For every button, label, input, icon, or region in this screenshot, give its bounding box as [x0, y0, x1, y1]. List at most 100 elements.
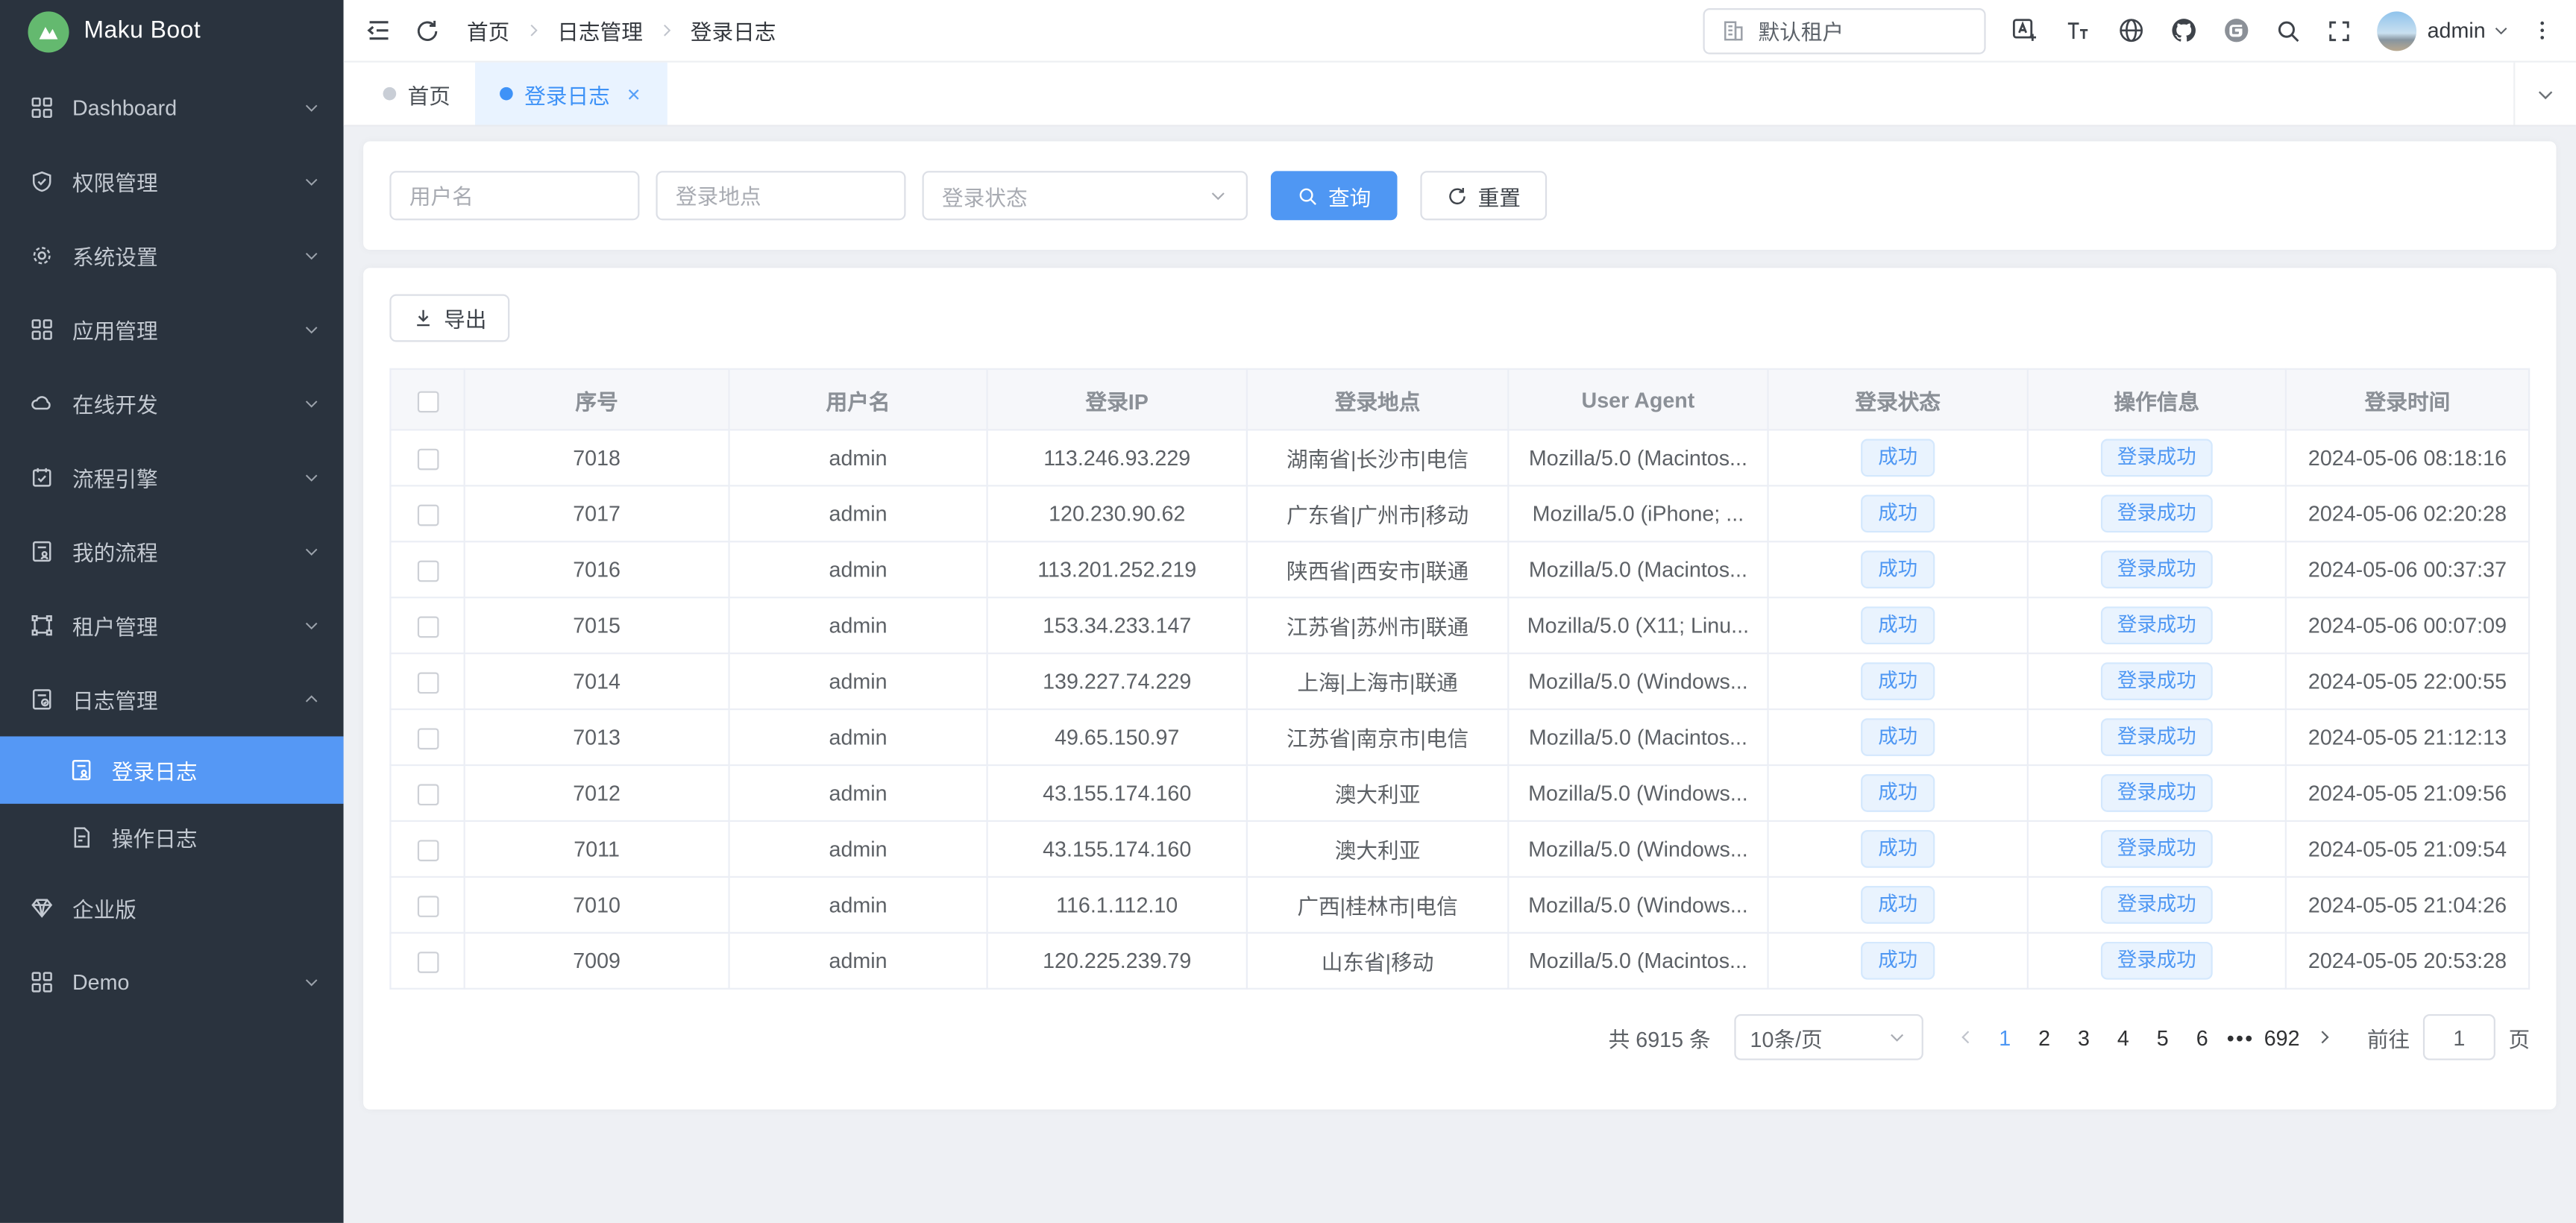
- row-checkbox[interactable]: [417, 449, 439, 471]
- row-checkbox[interactable]: [417, 505, 439, 526]
- table-row: 7009 admin 120.225.239.79 山东省|移动 Mozilla…: [390, 933, 2529, 989]
- cell-ip: 113.246.93.229: [987, 430, 1247, 485]
- cell-status: 成功: [1768, 430, 2028, 485]
- row-checkbox[interactable]: [417, 561, 439, 582]
- more-menu-icon[interactable]: [2530, 18, 2554, 43]
- building-icon: [1721, 18, 1745, 43]
- chevron-down-icon: [303, 321, 321, 339]
- tenant-select[interactable]: 默认租户: [1703, 7, 1985, 54]
- page-number[interactable]: 3: [2064, 1025, 2104, 1049]
- cell-location: 江苏省|南京市|电信: [1247, 709, 1508, 765]
- status-badge: 成功: [1862, 550, 1934, 588]
- page-number[interactable]: 1: [1985, 1025, 2025, 1049]
- page-size-select[interactable]: 10条/页: [1734, 1014, 1923, 1060]
- tab-login-log[interactable]: 登录日志: [475, 63, 667, 125]
- operation-badge: 登录成功: [2101, 606, 2213, 644]
- sidebar-item-permissions[interactable]: 权限管理: [0, 145, 344, 218]
- page-number[interactable]: 4: [2103, 1025, 2143, 1049]
- frame-icon: [30, 613, 54, 638]
- username-input[interactable]: [389, 171, 639, 220]
- refresh-icon[interactable]: [414, 17, 440, 43]
- status-badge: 成功: [1862, 494, 1934, 532]
- cell-location: 澳大利亚: [1247, 765, 1508, 821]
- gitee-icon[interactable]: [2222, 16, 2249, 44]
- page-number[interactable]: •••: [2222, 1025, 2259, 1049]
- page-number[interactable]: 6: [2182, 1025, 2222, 1049]
- download-icon: [412, 307, 434, 329]
- status-badge: 成功: [1862, 830, 1934, 868]
- page-number[interactable]: 692: [2259, 1025, 2305, 1049]
- cell-user-agent: Mozilla/5.0 (Windows...: [1508, 877, 1768, 933]
- sidebar-item-tenant-management[interactable]: 租户管理: [0, 588, 344, 662]
- cell-operation: 登录成功: [2028, 430, 2286, 485]
- cell-operation: 登录成功: [2028, 485, 2286, 541]
- chevron-down-icon: [303, 617, 321, 635]
- chevron-down-icon: [303, 98, 321, 116]
- fullscreen-icon[interactable]: [2325, 17, 2352, 43]
- tab-home[interactable]: 首页: [359, 63, 476, 125]
- cell-time: 2024-05-05 21:04:26: [2286, 877, 2529, 933]
- sidebar-item-operation-log[interactable]: 操作日志: [0, 804, 344, 871]
- chevron-down-icon[interactable]: [2492, 22, 2510, 40]
- cell-location: 广东省|广州市|移动: [1247, 485, 1508, 541]
- tab-overflow-button[interactable]: [2513, 63, 2576, 125]
- query-button[interactable]: 查询: [1271, 171, 1398, 220]
- cell-seq: 7010: [465, 877, 729, 933]
- sidebar-item-app-management[interactable]: 应用管理: [0, 292, 344, 366]
- sidebar-item-log-management[interactable]: 日志管理: [0, 662, 344, 736]
- row-checkbox[interactable]: [417, 617, 439, 638]
- cell-seq: 7009: [465, 933, 729, 989]
- export-button[interactable]: 导出: [389, 295, 509, 342]
- cell-ip: 113.201.252.219: [987, 541, 1247, 597]
- cell-operation: 登录成功: [2028, 541, 2286, 597]
- table-row: 7018 admin 113.246.93.229 湖南省|长沙市|电信 Moz…: [390, 430, 2529, 485]
- status-badge: 成功: [1862, 886, 1934, 924]
- row-checkbox[interactable]: [417, 896, 439, 917]
- column-header-operation: 操作信息: [2028, 369, 2286, 430]
- sidebar-item-demo[interactable]: Demo: [0, 945, 344, 1019]
- cell-status: 成功: [1768, 485, 2028, 541]
- translate-icon[interactable]: [2010, 16, 2038, 44]
- header-checkbox-cell: [390, 369, 464, 430]
- page-number[interactable]: 2: [2025, 1025, 2064, 1049]
- table-row: 7010 admin 116.1.112.10 广西|桂林市|电信 Mozill…: [390, 877, 2529, 933]
- sidebar-item-system-settings[interactable]: 系统设置: [0, 218, 344, 292]
- status-badge: 成功: [1862, 774, 1934, 812]
- sidebar-item-online-dev[interactable]: 在线开发: [0, 367, 344, 441]
- search-icon[interactable]: [2275, 17, 2301, 43]
- sidebar: Maku Boot Dashboard 权限管理 系统设置 应用管理: [0, 0, 344, 1223]
- github-icon[interactable]: [2170, 16, 2197, 44]
- page-number[interactable]: 5: [2143, 1025, 2182, 1049]
- sidebar-item-dashboard[interactable]: Dashboard: [0, 71, 344, 145]
- row-checkbox[interactable]: [417, 784, 439, 805]
- row-checkbox[interactable]: [417, 840, 439, 861]
- cell-username: admin: [729, 653, 987, 709]
- cell-time: 2024-05-05 21:09:56: [2286, 765, 2529, 821]
- breadcrumb-home[interactable]: 首页: [467, 15, 509, 46]
- font-size-icon[interactable]: [2062, 17, 2092, 43]
- sidebar-item-enterprise[interactable]: 企业版: [0, 871, 344, 945]
- goto-page-input[interactable]: [2423, 1014, 2495, 1060]
- collapse-sidebar-icon[interactable]: [365, 16, 392, 44]
- sidebar-item-login-log[interactable]: 登录日志: [0, 736, 344, 803]
- document-check-icon: [30, 687, 54, 711]
- close-icon[interactable]: [625, 85, 643, 103]
- user-name[interactable]: admin: [2428, 18, 2486, 43]
- cell-seq: 7016: [465, 541, 729, 597]
- sidebar-item-my-workflow[interactable]: 我的流程: [0, 515, 344, 588]
- select-all-checkbox[interactable]: [417, 391, 439, 412]
- sidebar-item-workflow-engine[interactable]: 流程引擎: [0, 441, 344, 515]
- status-select[interactable]: 登录状态: [923, 171, 1248, 220]
- cell-seq: 7011: [465, 821, 729, 877]
- location-input[interactable]: [656, 171, 905, 220]
- cell-status: 成功: [1768, 765, 2028, 821]
- row-checkbox[interactable]: [417, 952, 439, 973]
- reset-button[interactable]: 重置: [1420, 171, 1547, 220]
- prev-page-button[interactable]: [1946, 1028, 1985, 1047]
- next-page-button[interactable]: [2305, 1028, 2344, 1047]
- globe-icon[interactable]: [2117, 16, 2144, 44]
- breadcrumb-section[interactable]: 日志管理: [557, 15, 643, 46]
- row-checkbox[interactable]: [417, 729, 439, 750]
- row-checkbox[interactable]: [417, 673, 439, 694]
- avatar[interactable]: [2376, 10, 2416, 50]
